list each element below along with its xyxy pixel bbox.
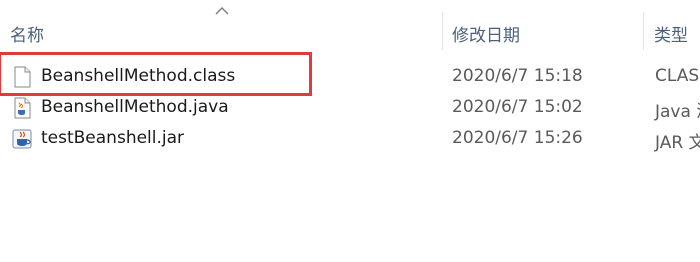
sort-ascending-icon[interactable] (215, 6, 229, 16)
file-type: CLAS (655, 66, 700, 86)
file-type: Java 源 (655, 102, 700, 122)
file-name: testBeanshell.jar (41, 128, 185, 148)
column-divider[interactable] (643, 12, 644, 50)
file-row-testbeanshell-jar[interactable]: testBeanshell.jar 2020/6/7 15:26 JAR 文 (0, 126, 700, 153)
column-divider[interactable] (442, 12, 443, 50)
java-file-icon (14, 97, 31, 119)
file-type: JAR 文 (655, 133, 700, 153)
column-header-bar: 名称 修改日期 类型 (0, 0, 700, 56)
file-name: BeanshellMethod.class (41, 66, 236, 86)
file-name: BeanshellMethod.java (41, 97, 229, 117)
blank-file-icon (14, 66, 31, 88)
file-date: 2020/6/7 15:26 (452, 128, 583, 148)
column-header-name[interactable]: 名称 (10, 21, 44, 46)
file-row-beanshellmethod-java[interactable]: BeanshellMethod.java 2020/6/7 15:02 Java… (0, 95, 700, 122)
column-header-type[interactable]: 类型 (654, 21, 688, 46)
jar-file-icon (12, 129, 32, 149)
column-header-date-modified[interactable]: 修改日期 (452, 21, 520, 46)
file-row-beanshellmethod-class[interactable]: BeanshellMethod.class 2020/6/7 15:18 CLA… (0, 64, 700, 90)
file-date: 2020/6/7 15:18 (452, 66, 583, 86)
file-date: 2020/6/7 15:02 (452, 97, 583, 117)
